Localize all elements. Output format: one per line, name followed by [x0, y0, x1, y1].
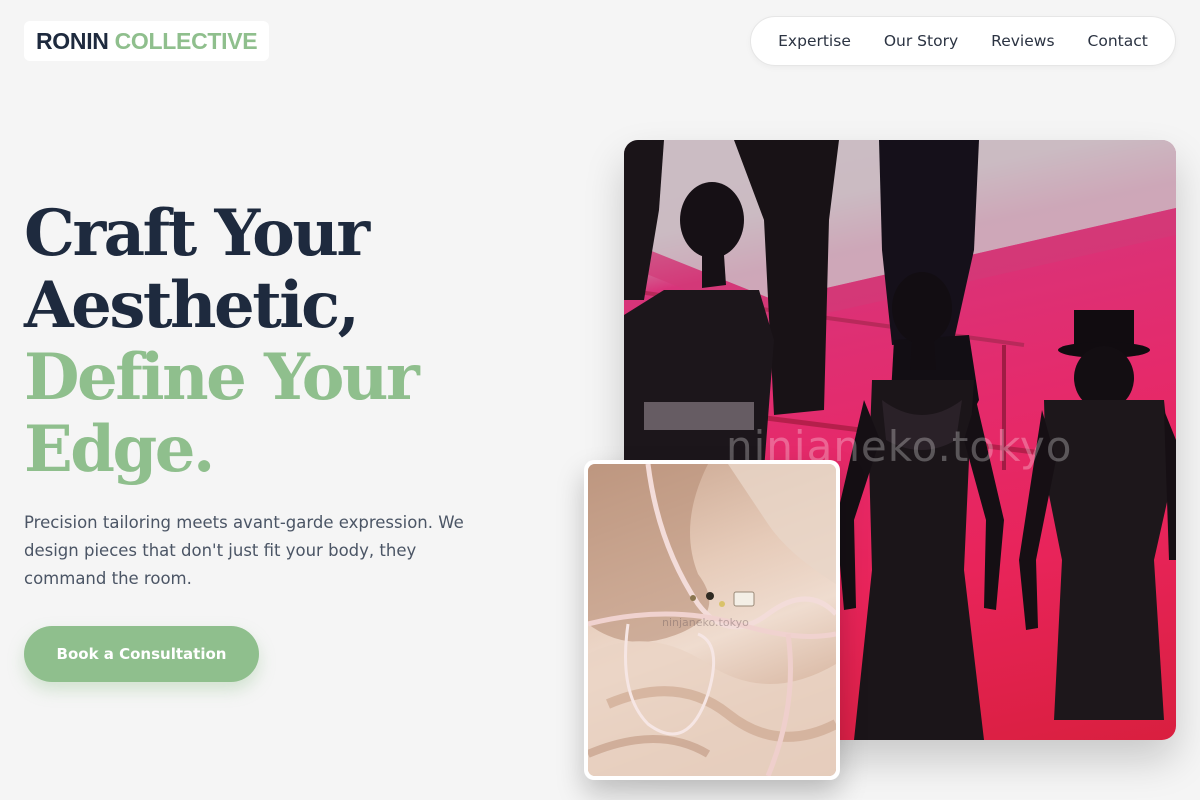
brand-word-1: RONIN: [36, 27, 109, 54]
brand-word-2: COLLECTIVE: [114, 27, 258, 54]
brand-logo[interactable]: RONIN COLLECTIVE: [24, 21, 270, 61]
nav-link-our-story[interactable]: Our Story: [884, 32, 958, 50]
main-nav: Expertise Our Story Reviews Contact: [750, 16, 1176, 66]
book-consultation-button[interactable]: Book a Consultation: [24, 626, 259, 682]
headline-line-1: Craft Your: [24, 196, 370, 271]
detail-image-watermark: ninjaneko.tokyo: [662, 616, 749, 629]
nav-link-reviews[interactable]: Reviews: [991, 32, 1054, 50]
landing-page: RONIN COLLECTIVE Expertise Our Story Rev…: [0, 0, 1200, 800]
headline-line-4: Edge.: [24, 412, 215, 487]
headline-line-2: Aesthetic,: [24, 268, 360, 343]
nav-link-expertise[interactable]: Expertise: [778, 32, 851, 50]
hero-headline: Craft Your Aesthetic, Define Your Edge.: [24, 196, 420, 487]
fabric-photo: ninjaneko.tokyo: [588, 464, 836, 776]
hero-detail-image: ninjaneko.tokyo: [584, 460, 840, 780]
headline-line-3: Define Your: [24, 340, 420, 415]
hero-description: Precision tailoring meets avant-garde ex…: [24, 513, 464, 588]
nav-link-contact[interactable]: Contact: [1088, 32, 1148, 50]
